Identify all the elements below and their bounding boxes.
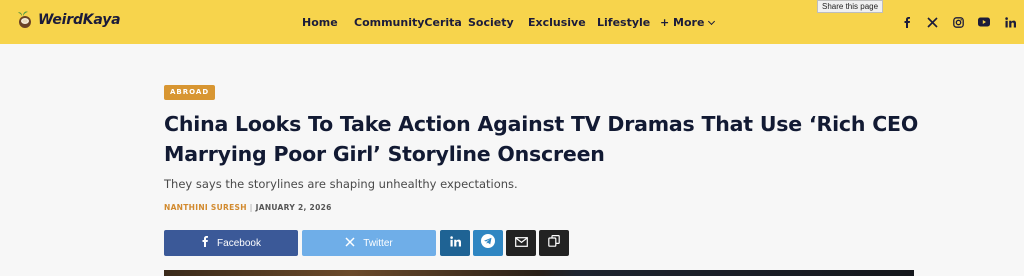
linkedin-icon bbox=[449, 234, 461, 252]
share-linkedin-button[interactable] bbox=[440, 230, 470, 256]
share-copy-button[interactable] bbox=[539, 230, 569, 256]
logo-text: WeirdKaya bbox=[38, 12, 121, 28]
copy-icon bbox=[548, 234, 560, 252]
share-facebook-label: Facebook bbox=[217, 237, 261, 249]
hero-image bbox=[164, 270, 914, 276]
chevron-down-icon bbox=[708, 17, 716, 26]
nav-home[interactable]: Home bbox=[302, 16, 338, 29]
category-badge[interactable]: ABROAD bbox=[164, 85, 216, 100]
share-email-button[interactable] bbox=[506, 230, 536, 256]
meta-separator: | bbox=[249, 203, 253, 212]
nav-lifestyle[interactable]: Lifestyle bbox=[597, 16, 650, 29]
nav-exclusive[interactable]: Exclusive bbox=[528, 16, 586, 29]
share-telegram-button[interactable] bbox=[473, 230, 503, 256]
nav-more-label: + More bbox=[660, 16, 705, 29]
share-facebook-button[interactable]: Facebook bbox=[164, 230, 298, 256]
nav-more[interactable]: + More bbox=[660, 16, 716, 29]
site-logo[interactable]: WeirdKaya bbox=[16, 10, 121, 30]
x-icon bbox=[345, 234, 355, 252]
article-title: China Looks To Take Action Against TV Dr… bbox=[164, 112, 919, 166]
coconut-logo-icon bbox=[16, 10, 36, 30]
youtube-icon[interactable] bbox=[977, 15, 991, 29]
share-tooltip: Share this page bbox=[817, 0, 884, 13]
nav-society[interactable]: Society bbox=[468, 16, 514, 29]
linkedin-icon[interactable] bbox=[1003, 15, 1017, 29]
email-icon bbox=[514, 234, 528, 252]
share-twitter-label: Twitter bbox=[363, 237, 393, 249]
article-subtitle: They says the storylines are shaping unh… bbox=[164, 177, 518, 191]
x-icon[interactable] bbox=[925, 15, 939, 29]
facebook-icon[interactable] bbox=[900, 15, 914, 29]
article-meta: NANTHINI SURESH | JANUARY 2, 2026 bbox=[164, 203, 332, 212]
nav-communitycerita[interactable]: CommunityCerita bbox=[354, 16, 462, 29]
publish-date: JANUARY 2, 2026 bbox=[255, 203, 332, 212]
facebook-icon bbox=[201, 234, 209, 252]
share-twitter-button[interactable]: Twitter bbox=[302, 230, 436, 256]
instagram-icon[interactable] bbox=[951, 15, 965, 29]
telegram-icon bbox=[481, 233, 495, 253]
author-name[interactable]: NANTHINI SURESH bbox=[164, 203, 247, 212]
